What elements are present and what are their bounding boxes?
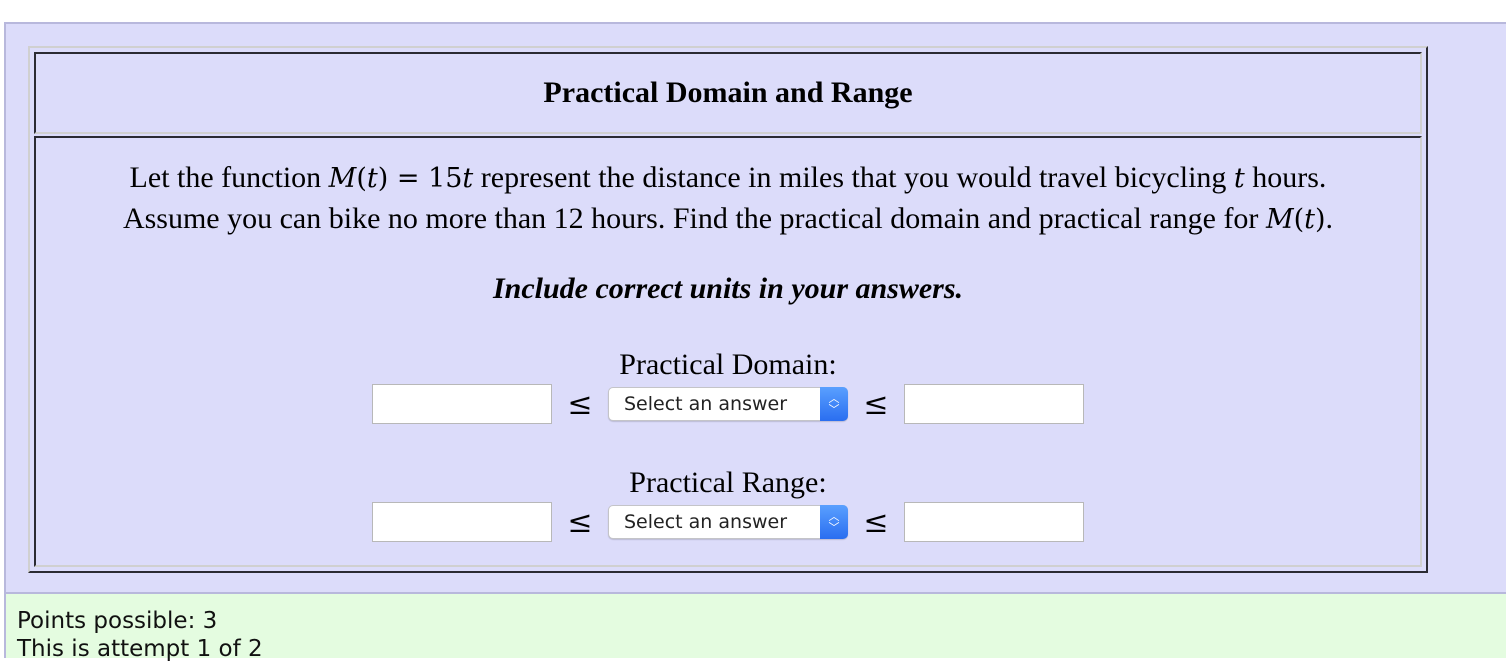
question-header-cell: Practical Domain and Range [34,52,1422,134]
leq-symbol: ≤ [567,387,593,422]
attempt-info: This is attempt 1 of 2 [17,636,263,662]
range-row: ≤ Select an answer ︿ ﹀ ≤ [36,502,1420,542]
problem-line-1: Let the function M(t) = 15t represent th… [129,161,1327,194]
select-value: Select an answer [624,393,788,415]
question-info-panel: Points possible: 3 This is attempt 1 of … [4,592,1506,662]
question-title: Practical Domain and Range [543,76,913,109]
domain-variable-select[interactable]: Select an answer ︿ ﹀ [608,387,848,421]
select-value: Select an answer [624,511,788,533]
problem-line-2: Assume you can bike no more than 12 hour… [122,202,1334,235]
instruction-text: Include correct units in your answers. [492,272,964,305]
domain-upper-input[interactable] [904,384,1084,424]
question-panel: Practical Domain and Range Let the funct… [4,22,1506,592]
domain-lower-input[interactable] [372,384,552,424]
leq-symbol: ≤ [863,387,889,422]
leq-symbol: ≤ [863,505,889,540]
problem-text: Let the function M(t) = 15t represent th… [36,158,1420,240]
chevron-updown-icon: ︿ ﹀ [820,505,848,539]
domain-label: Practical Domain: [619,348,837,381]
question-table: Practical Domain and Range Let the funct… [28,46,1428,573]
question-body-cell: Let the function M(t) = 15t represent th… [34,136,1422,567]
range-label: Practical Range: [629,466,827,499]
range-upper-input[interactable] [904,502,1084,542]
range-lower-input[interactable] [372,502,552,542]
points-possible: Points possible: 3 [17,608,218,634]
range-variable-select[interactable]: Select an answer ︿ ﹀ [608,505,848,539]
leq-symbol: ≤ [567,505,593,540]
domain-row: ≤ Select an answer ︿ ﹀ ≤ [36,384,1420,424]
chevron-updown-icon: ︿ ﹀ [820,387,848,421]
